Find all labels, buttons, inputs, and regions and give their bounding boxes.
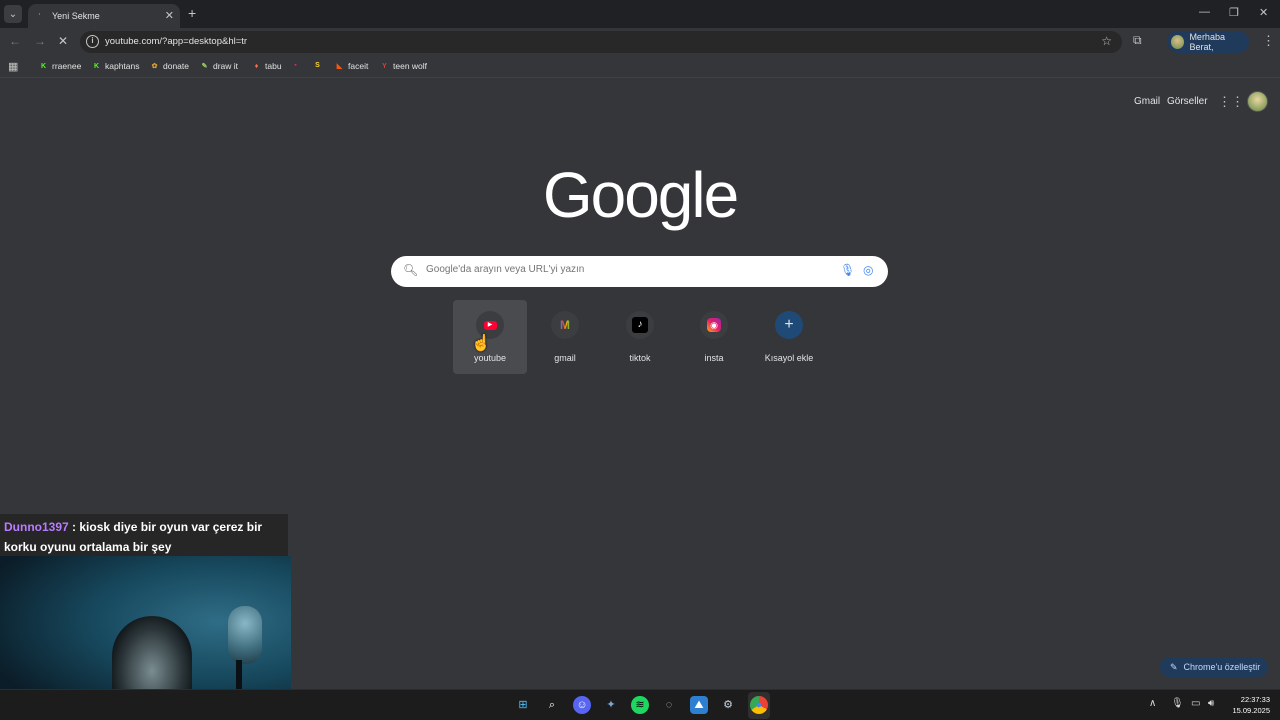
- bookmark-label: kaphtans: [105, 61, 140, 71]
- bookmark-label: draw it: [213, 61, 239, 71]
- bookmark-item[interactable]: S: [313, 61, 326, 70]
- shortcut-insta[interactable]: ◉ insta: [677, 300, 751, 374]
- google-logo: Google: [542, 159, 739, 231]
- bookmark-favicon-icon: ◣: [336, 62, 343, 70]
- apps-grid-icon[interactable]: ▦: [8, 60, 18, 73]
- microphone-tray-icon[interactable]: 🎙︎: [1171, 698, 1184, 709]
- site-info-icon[interactable]: i: [86, 35, 99, 48]
- shortcut-label: insta: [704, 353, 724, 363]
- browser-toolbar: ← → ✕ i youtube.com/?app=desktop&hl=tr ☆…: [0, 28, 1280, 56]
- bookmark-item[interactable]: ♦ tabu: [252, 61, 282, 71]
- steam-icon[interactable]: ⚙: [719, 696, 737, 714]
- bookmark-item[interactable]: Yteen wolf: [380, 61, 427, 71]
- bookmark-label: teen wolf: [393, 61, 428, 71]
- bookmark-label: faceit: [348, 61, 369, 71]
- bookmark-item[interactable]: Krraenee: [39, 61, 81, 71]
- stop-loading-button[interactable]: ✕: [58, 34, 68, 48]
- photos-icon[interactable]: ⛰: [690, 696, 708, 714]
- microphone-icon[interactable]: 🎙︎: [840, 263, 855, 277]
- mouse-cursor-icon: ☝: [471, 335, 491, 352]
- gmail-icon: M: [551, 311, 579, 339]
- network-tray-icon[interactable]: ▭: [1191, 698, 1200, 709]
- menu-kebab-icon[interactable]: ⋮: [1262, 33, 1275, 49]
- clock-time: 22:37:33: [1240, 695, 1270, 704]
- loading-icon: ⠁: [38, 14, 44, 21]
- chrome-icon[interactable]: ●: [750, 696, 768, 714]
- windows-start-icon[interactable]: ⊞: [514, 696, 532, 714]
- spotify-icon[interactable]: ≋: [631, 696, 649, 714]
- pencil-icon: ✎: [1170, 661, 1178, 672]
- bookmark-item[interactable]: ✎ draw it: [200, 61, 238, 71]
- bookmarks-bar: ▦ Krraenee Kkaphtans ✿ donate ✎ draw it ♦ tabu ▪…: [0, 56, 1280, 78]
- address-bar[interactable]: i youtube.com/?app=desktop&hl=tr ☆: [80, 31, 1122, 53]
- shortcut-label: tiktok: [629, 353, 651, 363]
- bookmark-favicon-icon: K: [93, 62, 100, 70]
- stream-chat-message: Dunno1397 : kiosk diye bir oyun var çere…: [0, 514, 288, 556]
- shortcut-add[interactable]: + Kısayol ekle: [752, 300, 826, 374]
- new-tab-button[interactable]: +: [188, 5, 196, 21]
- bookmark-label: tabu: [265, 61, 282, 71]
- bookmark-favicon-icon: ✎: [201, 62, 208, 70]
- bookmark-label: rraenee: [52, 61, 82, 71]
- profile-avatar: [1171, 35, 1185, 49]
- bookmark-item[interactable]: ✿ donate: [150, 61, 189, 71]
- bookmark-favicon-icon: ✿: [151, 62, 158, 70]
- shortcut-tiktok[interactable]: ♪ tiktok: [603, 300, 677, 374]
- shortcut-label: gmail: [554, 353, 576, 363]
- bookmark-star-icon[interactable]: ☆: [1101, 34, 1112, 48]
- title-bar: ⌄ ⠁ Yeni Sekme ✕ + — ❐ ✕: [0, 0, 1280, 28]
- minimize-button[interactable]: —: [1199, 6, 1210, 18]
- shortcut-label: youtube: [473, 353, 507, 363]
- gmail-link[interactable]: Gmail: [1134, 96, 1160, 107]
- plus-icon: +: [775, 311, 803, 339]
- camera-lens-icon[interactable]: ◎: [863, 263, 873, 277]
- search-input[interactable]: [426, 264, 826, 275]
- close-window-button[interactable]: ✕: [1259, 6, 1268, 19]
- clock-date: 15.09.2025: [1232, 706, 1270, 715]
- search-box[interactable]: 🔍︎ 🎙︎ ◎: [391, 256, 888, 287]
- instagram-icon: ◉: [700, 311, 728, 339]
- discord-icon[interactable]: ☺: [573, 696, 591, 714]
- windows-taskbar: ⊞ ⌕ ☺ ✦ ≋ ◌ ⛰ ⚙ ● ∧ 🎙︎ ▭ 🔊︎ 22:37:33 15.…: [0, 689, 1280, 720]
- customize-chrome-button[interactable]: ✎ Chrome'u özelleştir: [1160, 657, 1268, 677]
- shortcut-gmail[interactable]: M gmail: [528, 300, 602, 374]
- bookmark-item[interactable]: Kkaphtans: [92, 61, 140, 71]
- bookmark-favicon-icon: ▪: [294, 62, 297, 69]
- volume-tray-icon[interactable]: 🔊︎: [1208, 698, 1214, 709]
- shortcut-label: Kısayol ekle: [764, 353, 814, 363]
- customize-label: Chrome'u özelleştir: [1183, 662, 1261, 672]
- extensions-icon[interactable]: ⧉: [1133, 33, 1142, 48]
- images-link[interactable]: Görseller: [1167, 96, 1208, 107]
- bookmark-favicon-icon: S: [315, 62, 320, 69]
- bookmark-item[interactable]: ◣ faceit: [335, 61, 369, 71]
- profile-label: Merhaba Berat,: [1189, 32, 1225, 52]
- tray-overflow-icon[interactable]: ∧: [1149, 698, 1156, 709]
- forward-button[interactable]: →: [34, 34, 46, 48]
- tab-title: Yeni Sekme: [52, 11, 100, 21]
- close-tab-icon[interactable]: ✕: [165, 9, 174, 22]
- bookmark-label: donate: [163, 61, 189, 71]
- account-avatar[interactable]: [1247, 91, 1268, 112]
- bookmark-item[interactable]: ▪: [291, 61, 304, 70]
- system-clock[interactable]: 22:37:33 15.09.2025: [1226, 694, 1270, 716]
- bookmark-favicon-icon: ♦: [254, 62, 259, 70]
- profile-button[interactable]: Merhaba Berat,: [1167, 31, 1249, 53]
- search-icon: 🔍︎: [403, 263, 419, 277]
- chat-username: Dunno1397: [4, 520, 69, 534]
- plush-toy: [228, 606, 262, 664]
- bookmark-favicon-icon: K: [40, 62, 47, 70]
- search-taskbar-icon[interactable]: ⌕: [543, 696, 561, 714]
- back-button[interactable]: ←: [9, 34, 21, 48]
- obs-icon[interactable]: ◌: [660, 696, 678, 714]
- tab-search-button[interactable]: ⌄: [4, 5, 22, 23]
- tab-new-tab[interactable]: ⠁ Yeni Sekme ✕: [28, 4, 180, 28]
- bookmark-favicon-icon: Y: [382, 62, 387, 70]
- network-app-icon[interactable]: ✦: [602, 696, 620, 714]
- restore-button[interactable]: ❐: [1229, 6, 1239, 19]
- url-text[interactable]: youtube.com/?app=desktop&hl=tr: [105, 36, 247, 47]
- tiktok-icon: ♪: [626, 311, 654, 339]
